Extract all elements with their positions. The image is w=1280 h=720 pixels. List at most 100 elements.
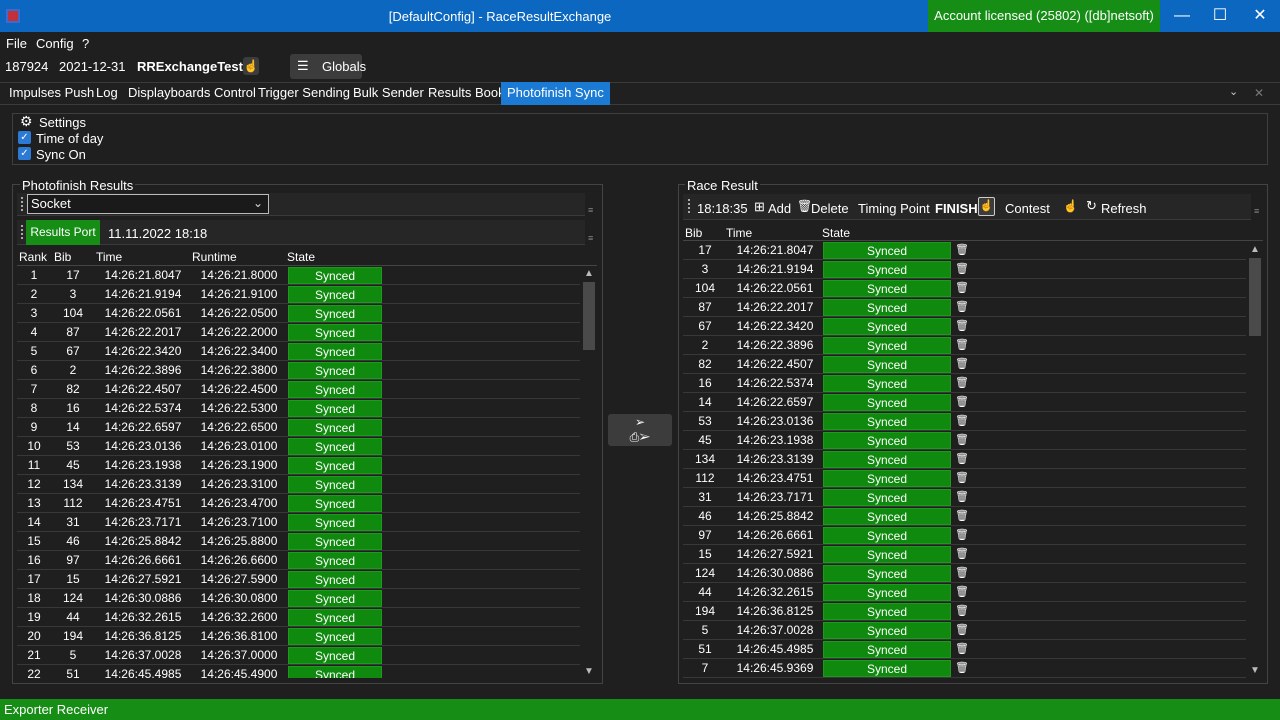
scroll-down-icon[interactable]: ▼: [584, 666, 594, 677]
table-row[interactable]: 97 14:26:26.6661 Synced 🗑: [683, 526, 1246, 545]
tab-impulses-push[interactable]: Impulses Push: [3, 82, 100, 105]
maximize-button[interactable]: ☐: [1200, 0, 1240, 32]
scroll-up-icon[interactable]: ▲: [584, 268, 594, 279]
table-row[interactable]: 19 44 14:26:32.2615 14:26:32.2600 Synced: [17, 608, 580, 627]
table-row[interactable]: 16 14:26:22.5374 Synced 🗑: [683, 374, 1246, 393]
table-row[interactable]: 18 124 14:26:30.0886 14:26:30.0800 Synced: [17, 589, 580, 608]
grip-handle[interactable]: [21, 225, 24, 239]
delete-row-icon[interactable]: 🗑: [953, 470, 971, 487]
scroll-thumb[interactable]: [1249, 258, 1261, 336]
col-runtime[interactable]: Runtime: [192, 250, 237, 264]
chevron-down-icon[interactable]: ⌄: [1229, 85, 1238, 98]
close-button[interactable]: ✕: [1240, 0, 1280, 32]
close-tab-icon[interactable]: ✕: [1254, 86, 1264, 100]
results-port-button[interactable]: Results Port: [26, 220, 100, 245]
table-row[interactable]: 7 14:26:45.9369 Synced 🗑: [683, 659, 1246, 678]
table-row[interactable]: 2 3 14:26:21.9194 14:26:21.9100 Synced: [17, 285, 580, 304]
table-row[interactable]: 1 17 14:26:21.8047 14:26:21.8000 Synced: [17, 266, 580, 285]
delete-button[interactable]: Delete: [811, 201, 849, 216]
delete-row-icon[interactable]: 🗑: [953, 546, 971, 563]
table-row[interactable]: 82 14:26:22.4507 Synced 🗑: [683, 355, 1246, 374]
grip-handle[interactable]: [688, 199, 691, 213]
col-state[interactable]: State: [287, 250, 315, 264]
delete-row-icon[interactable]: 🗑: [953, 622, 971, 639]
col-rank[interactable]: Rank: [19, 250, 47, 264]
hand-pointer-icon[interactable]: ☝: [1063, 199, 1078, 213]
overflow-icon[interactable]: ≡: [1254, 206, 1259, 216]
delete-row-icon[interactable]: 🗑: [953, 527, 971, 544]
table-row[interactable]: 46 14:26:25.8842 Synced 🗑: [683, 507, 1246, 526]
table-row[interactable]: 9 14 14:26:22.6597 14:26:22.6500 Synced: [17, 418, 580, 437]
scroll-up-icon[interactable]: ▲: [1250, 244, 1260, 255]
plus-square-icon[interactable]: ⊞: [754, 199, 765, 215]
overflow-icon[interactable]: ≡: [588, 233, 593, 243]
tab-log[interactable]: Log: [90, 82, 124, 105]
table-row[interactable]: 14 14:26:22.6597 Synced 🗑: [683, 393, 1246, 412]
table-row[interactable]: 112 14:26:23.4751 Synced 🗑: [683, 469, 1246, 488]
table-row[interactable]: 15 46 14:26:25.8842 14:26:25.8800 Synced: [17, 532, 580, 551]
table-row[interactable]: 6 2 14:26:22.3896 14:26:22.3800 Synced: [17, 361, 580, 380]
table-row[interactable]: 20 194 14:26:36.8125 14:26:36.8100 Synced: [17, 627, 580, 646]
delete-row-icon[interactable]: 🗑: [953, 641, 971, 658]
table-row[interactable]: 4 87 14:26:22.2017 14:26:22.2000 Synced: [17, 323, 580, 342]
table-row[interactable]: 10 53 14:26:23.0136 14:26:23.0100 Synced: [17, 437, 580, 456]
delete-row-icon[interactable]: 🗑: [953, 261, 971, 278]
delete-row-icon[interactable]: 🗑: [953, 356, 971, 373]
hand-pointer-icon[interactable]: ☝: [978, 197, 995, 216]
minimize-button[interactable]: —: [1162, 0, 1202, 32]
delete-row-icon[interactable]: 🗑: [953, 489, 971, 506]
table-row[interactable]: 45 14:26:23.1938 Synced 🗑: [683, 431, 1246, 450]
connection-select[interactable]: Socket: [27, 194, 269, 214]
delete-row-icon[interactable]: 🗑: [953, 299, 971, 316]
delete-row-icon[interactable]: 🗑: [953, 451, 971, 468]
col-state[interactable]: State: [822, 226, 850, 240]
col-bib[interactable]: Bib: [54, 250, 71, 264]
delete-row-icon[interactable]: 🗑: [953, 394, 971, 411]
table-row[interactable]: 5 14:26:37.0028 Synced 🗑: [683, 621, 1246, 640]
col-time[interactable]: Time: [726, 226, 752, 240]
table-row[interactable]: 17 14:26:21.8047 Synced 🗑: [683, 241, 1246, 260]
table-row[interactable]: 11 45 14:26:23.1938 14:26:23.1900 Synced: [17, 456, 580, 475]
table-row[interactable]: 2 14:26:22.3896 Synced 🗑: [683, 336, 1246, 355]
tab-results-book[interactable]: Results Book: [422, 82, 511, 105]
delete-row-icon[interactable]: 🗑: [953, 318, 971, 335]
table-row[interactable]: 12 134 14:26:23.3139 14:26:23.3100 Synced: [17, 475, 580, 494]
scroll-down-icon[interactable]: ▼: [1250, 665, 1260, 676]
table-row[interactable]: 124 14:26:30.0886 Synced 🗑: [683, 564, 1246, 583]
delete-row-icon[interactable]: 🗑: [953, 584, 971, 601]
table-row[interactable]: 134 14:26:23.3139 Synced 🗑: [683, 450, 1246, 469]
table-row[interactable]: 14 31 14:26:23.7171 14:26:23.7100 Synced: [17, 513, 580, 532]
refresh-icon[interactable]: ↻: [1086, 198, 1097, 214]
table-row[interactable]: 22 51 14:26:45.4985 14:26:45.4900 Synced: [17, 665, 580, 678]
tab-photofinish-sync[interactable]: Photofinish Sync: [501, 82, 610, 105]
overflow-icon[interactable]: ≡: [588, 205, 593, 215]
table-row[interactable]: 44 14:26:32.2615 Synced 🗑: [683, 583, 1246, 602]
table-row[interactable]: 21 5 14:26:37.0028 14:26:37.0000 Synced: [17, 646, 580, 665]
col-time[interactable]: Time: [96, 250, 122, 264]
tab-trigger-sending[interactable]: Trigger Sending: [252, 82, 356, 105]
table-row[interactable]: 53 14:26:23.0136 Synced 🗑: [683, 412, 1246, 431]
table-row[interactable]: 87 14:26:22.2017 Synced 🗑: [683, 298, 1246, 317]
table-row[interactable]: 8 16 14:26:22.5374 14:26:22.5300 Synced: [17, 399, 580, 418]
col-bib[interactable]: Bib: [685, 226, 702, 240]
table-row[interactable]: 104 14:26:22.0561 Synced 🗑: [683, 279, 1246, 298]
delete-row-icon[interactable]: 🗑: [953, 603, 971, 620]
add-button[interactable]: Add: [768, 201, 791, 216]
delete-row-icon[interactable]: 🗑: [953, 280, 971, 297]
delete-row-icon[interactable]: 🗑: [953, 432, 971, 449]
delete-row-icon[interactable]: 🗑: [953, 413, 971, 430]
delete-row-icon[interactable]: 🗑: [953, 508, 971, 525]
hand-pointer-icon[interactable]: ☝: [243, 57, 259, 75]
menu-file[interactable]: File: [6, 36, 27, 51]
delete-row-icon[interactable]: 🗑: [953, 242, 971, 259]
table-row[interactable]: 5 67 14:26:22.3420 14:26:22.3400 Synced: [17, 342, 580, 361]
table-row[interactable]: 3 14:26:21.9194 Synced 🗑: [683, 260, 1246, 279]
trash-icon[interactable]: 🗑: [797, 199, 812, 213]
table-row[interactable]: 7 82 14:26:22.4507 14:26:22.4500 Synced: [17, 380, 580, 399]
table-row[interactable]: 194 14:26:36.8125 Synced 🗑: [683, 602, 1246, 621]
delete-row-icon[interactable]: 🗑: [953, 565, 971, 582]
table-row[interactable]: 17 15 14:26:27.5921 14:26:27.5900 Synced: [17, 570, 580, 589]
transfer-button[interactable]: ➢ ⎙➢: [608, 414, 672, 446]
menu-help[interactable]: ?: [82, 36, 89, 51]
tab-bulk-sender[interactable]: Bulk Sender: [347, 82, 430, 105]
